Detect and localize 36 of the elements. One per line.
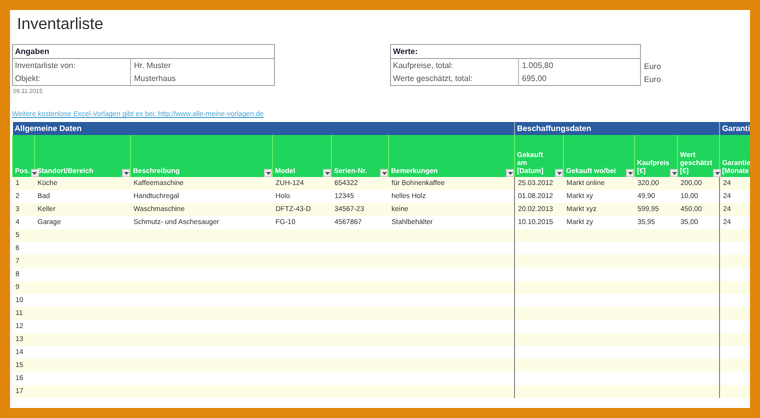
field-value: 1.005,80 xyxy=(521,60,554,72)
filter-button[interactable] xyxy=(30,169,39,177)
filter-button[interactable] xyxy=(323,169,331,177)
field-label: Werte geschätzt, total: xyxy=(391,72,519,85)
field-value: Musterhaus xyxy=(133,73,177,85)
filter-button[interactable] xyxy=(506,169,514,177)
caret-icon xyxy=(124,172,128,174)
sheet-title: Inventarliste xyxy=(16,15,104,35)
group-header: Allgemeine Daten xyxy=(14,124,82,133)
caret-icon xyxy=(556,172,562,174)
field-value: Hr. Muster xyxy=(133,60,172,72)
filter-button[interactable] xyxy=(380,169,388,177)
caret-icon xyxy=(382,172,386,174)
field-value: 695,00 xyxy=(521,73,548,85)
caret-icon xyxy=(672,172,677,174)
field-label: Inventarliste von: xyxy=(13,59,131,72)
unit-label: Euro xyxy=(644,61,661,73)
filter-button[interactable] xyxy=(264,169,272,177)
filter-button[interactable] xyxy=(122,169,130,177)
filter-button[interactable] xyxy=(713,169,722,177)
field-label: Objekt: xyxy=(13,72,131,85)
filter-button[interactable] xyxy=(555,169,564,177)
filter-button[interactable] xyxy=(626,169,634,177)
caret-icon xyxy=(32,172,38,174)
group-header: Garanti xyxy=(722,124,750,133)
caret-icon xyxy=(628,172,633,174)
section-title: Angaben xyxy=(13,45,274,59)
group-header: Beschaffungsdaten xyxy=(517,124,592,133)
section-title: Werte: xyxy=(391,45,640,59)
caret-icon xyxy=(714,172,720,174)
unit-label: Euro xyxy=(644,74,661,86)
field-label: Kaufpreise, total: xyxy=(391,59,519,72)
caret-icon xyxy=(266,172,270,174)
caret-icon xyxy=(508,172,513,174)
filter-button[interactable] xyxy=(670,169,678,177)
caret-icon xyxy=(324,172,330,174)
